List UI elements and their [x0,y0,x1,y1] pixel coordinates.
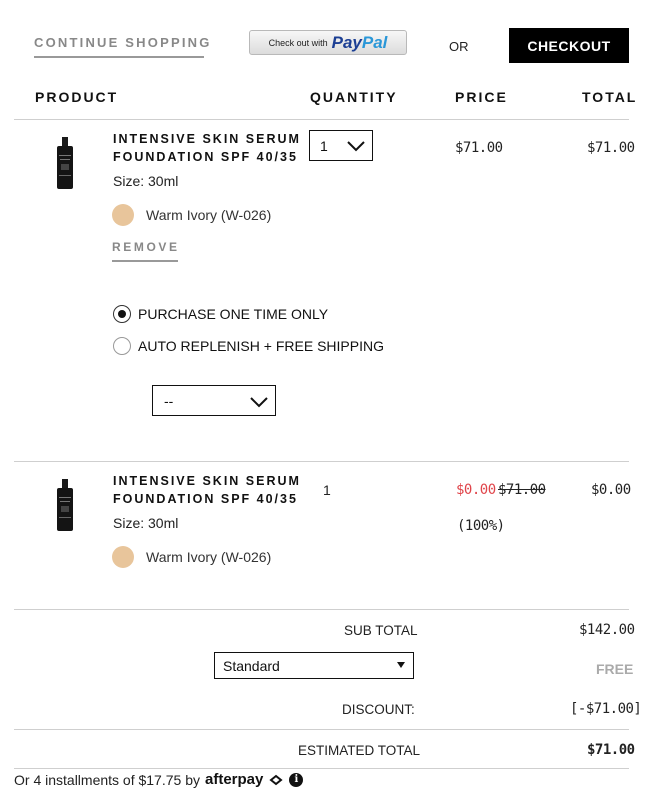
product-size: Size: 30ml [113,173,179,189]
item-total: $71.00 [587,140,635,156]
afterpay-row: Or 4 installments of $17.75 by afterpay … [14,771,304,788]
sale-price: $0.00 [456,482,496,498]
shipping-method-select[interactable]: Standard [214,652,414,679]
chevron-down-icon [250,397,268,408]
product-name[interactable]: INTENSIVE SKIN SERUM FOUNDATION SPF 40/3… [113,472,301,508]
auto-replenish-radio[interactable] [113,337,131,355]
discount-value: [-$71.00] [570,701,642,717]
divider [14,461,629,462]
or-separator: OR [449,39,469,54]
replenish-frequency-select[interactable]: -- [152,385,276,416]
product-image[interactable] [55,137,75,189]
estimated-total-value: $71.00 [587,742,635,758]
header-product: PRODUCT [35,89,119,105]
product-name-line: INTENSIVE SKIN SERUM [113,132,301,146]
shipping-method-value: Standard [223,657,280,674]
original-price: $71.00 [498,482,546,498]
frequency-value: -- [164,392,174,409]
afterpay-arrows-icon [269,774,283,785]
product-name-line: FOUNDATION SPF 40/35 [113,150,298,164]
discount-percent: (100%) [457,518,505,534]
paypal-logo-pay: Pay [331,32,362,52]
quantity-select[interactable]: 1 [309,130,373,161]
chevron-down-icon [347,141,365,152]
discount-label: DISCOUNT: [342,702,415,717]
product-shade: Warm Ivory (W-026) [146,207,272,223]
product-image[interactable] [55,479,75,531]
quantity-value: 1 [320,137,328,154]
dropdown-arrow-icon [397,662,405,668]
paypal-prefix: Check out with [268,37,328,48]
continue-shopping-link[interactable]: CONTINUE SHOPPING [34,35,212,50]
item-price: $71.00 [455,140,503,156]
paypal-logo-pal: Pal [361,32,388,52]
product-name-line: INTENSIVE SKIN SERUM [113,474,301,488]
remove-underline [112,260,178,262]
divider [14,768,629,769]
info-icon[interactable]: i [289,772,304,787]
afterpay-text: Or 4 installments of $17.75 by [14,771,200,788]
estimated-total-label: ESTIMATED TOTAL [298,743,421,758]
quantity-value: 1 [323,482,331,498]
shipping-value: FREE [596,661,634,677]
purchase-one-time-radio[interactable] [113,305,131,323]
purchase-one-time-label[interactable]: PURCHASE ONE TIME ONLY [138,306,328,322]
subtotal-value: $142.00 [579,622,635,638]
divider [14,119,629,120]
product-name[interactable]: INTENSIVE SKIN SERUM FOUNDATION SPF 40/3… [113,130,301,166]
shade-swatch [112,204,134,226]
subtotal-label: SUB TOTAL [344,623,418,638]
header-total: TOTAL [582,89,638,105]
divider [14,609,629,610]
paypal-checkout-button[interactable]: Check out with PayPal [249,30,407,55]
header-price: PRICE [455,89,508,105]
product-shade: Warm Ivory (W-026) [146,549,272,565]
item-total: $0.00 [591,482,631,498]
shade-swatch [112,546,134,568]
remove-link[interactable]: REMOVE [112,240,180,254]
product-size: Size: 30ml [113,515,179,531]
continue-shopping-underline [34,56,204,58]
paypal-logo: PayPal [332,33,388,53]
checkout-button[interactable]: CHECKOUT [509,28,629,63]
divider [14,729,629,730]
product-name-line: FOUNDATION SPF 40/35 [113,492,298,506]
header-quantity: QUANTITY [310,89,398,105]
auto-replenish-label[interactable]: AUTO REPLENISH + FREE SHIPPING [138,338,384,354]
afterpay-logo: afterpay [205,771,264,788]
